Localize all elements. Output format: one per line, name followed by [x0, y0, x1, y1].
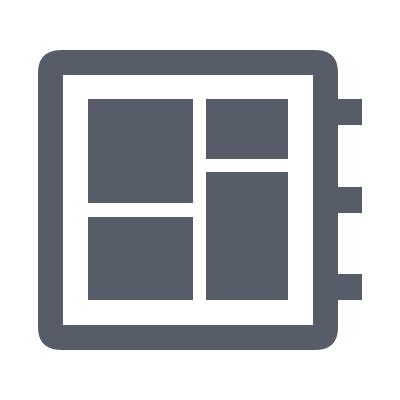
icon-svg	[38, 50, 362, 350]
panel-top-right	[206, 99, 288, 159]
binder-tab-middle	[338, 187, 362, 213]
panel-bottom-right	[206, 172, 288, 300]
binder-tab-top	[338, 99, 362, 125]
panel-bottom-left	[88, 217, 193, 300]
panel-top-left	[88, 99, 193, 203]
dashboard-notebook-icon	[0, 0, 400, 400]
binder-tab-bottom	[338, 274, 362, 300]
